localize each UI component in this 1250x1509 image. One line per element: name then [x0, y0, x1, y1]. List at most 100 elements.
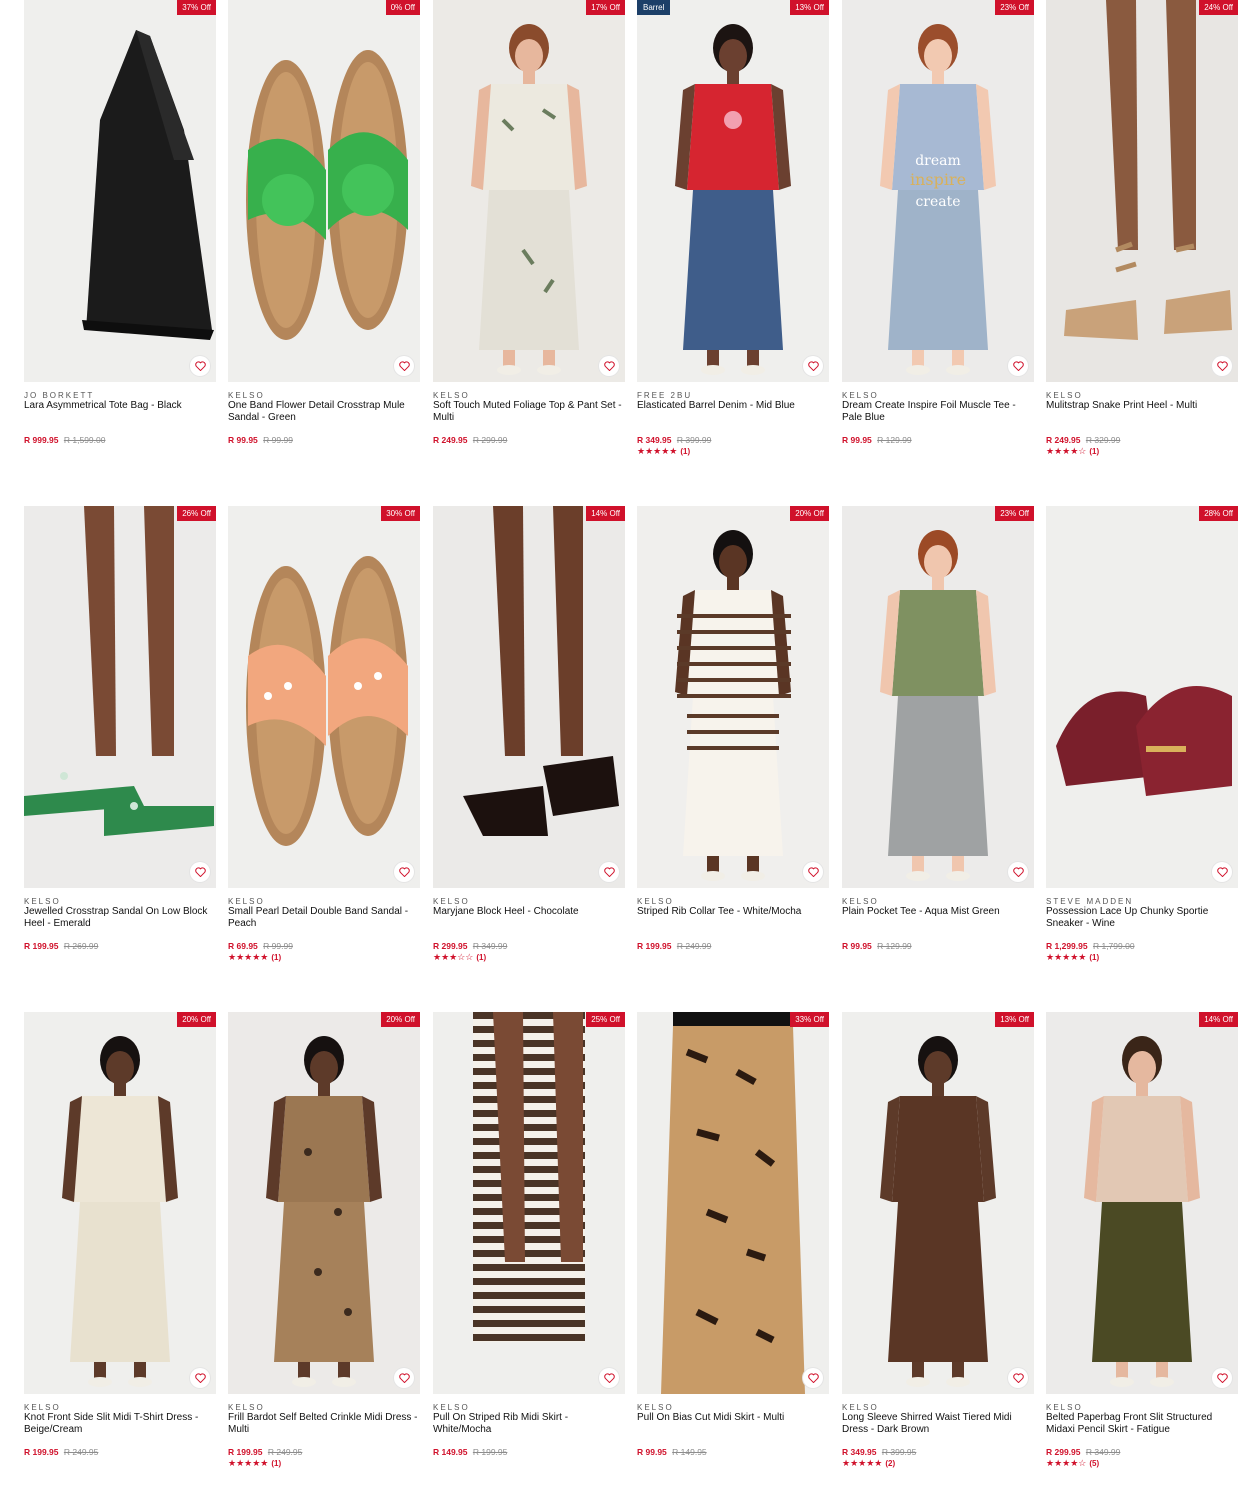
original-price: R 1,799.00 — [1092, 941, 1135, 951]
wishlist-heart-icon[interactable] — [599, 356, 619, 376]
review-count: (1) — [1089, 447, 1100, 456]
product-card[interactable]: dream inspire create 23% Off KELSO Dream C… — [842, 0, 1034, 470]
product-name[interactable]: Maryjane Block Heel - Chocolate — [433, 906, 625, 918]
product-brand: KELSO — [228, 391, 265, 400]
product-price: R 199.95 R 249.95 — [228, 1447, 302, 1457]
product-card[interactable]: 24% Off KELSO Mulitstrap Snake Print Hee… — [1046, 0, 1238, 470]
wishlist-heart-icon[interactable] — [1008, 356, 1028, 376]
star-rating[interactable]: ★★★★★ (1) — [637, 446, 690, 457]
tee-image[interactable]: dream inspire create 23% Off — [842, 0, 1034, 382]
product-name[interactable]: Lara Asymmetrical Tote Bag - Black — [24, 400, 216, 412]
product-card[interactable]: 0% Off KELSO One Band Flower Detail Cros… — [228, 0, 420, 470]
product-brand: KELSO — [1046, 391, 1083, 400]
review-count: (5) — [1089, 1459, 1100, 1468]
wishlist-heart-icon[interactable] — [190, 1368, 210, 1388]
product-name[interactable]: Soft Touch Muted Foliage Top & Pant Set … — [433, 400, 625, 423]
product-card[interactable]: 14% Off KELSO Belted Paperbag Front Slit… — [1046, 1012, 1238, 1482]
product-name[interactable]: Belted Paperbag Front Slit Structured Mi… — [1046, 1412, 1238, 1435]
dress-image[interactable]: 20% Off — [228, 1012, 420, 1394]
wishlist-heart-icon[interactable] — [1212, 1368, 1232, 1388]
dress-image[interactable]: 20% Off — [24, 1012, 216, 1394]
pyjama-set-image[interactable]: 17% Off — [433, 0, 625, 382]
product-name[interactable]: Knot Front Side Slit Midi T-Shirt Dress … — [24, 1412, 216, 1435]
wishlist-heart-icon[interactable] — [1212, 862, 1232, 882]
product-name[interactable]: Frill Bardot Self Belted Crinkle Midi Dr… — [228, 1412, 420, 1435]
star-rating[interactable]: ★★★★★ (1) — [228, 1458, 281, 1469]
product-price: R 99.95 R 129.99 — [842, 941, 912, 951]
sandal-image[interactable]: 30% Off — [228, 506, 420, 888]
product-name[interactable]: One Band Flower Detail Crosstrap Mule Sa… — [228, 400, 420, 423]
current-price: R 1,299.95 — [1046, 941, 1088, 951]
product-name[interactable]: Mulitstrap Snake Print Heel - Multi — [1046, 400, 1238, 412]
wishlist-heart-icon[interactable] — [394, 356, 414, 376]
discount-badge: 25% Off — [586, 1012, 625, 1027]
denim-image[interactable]: 13% Off Barrel — [637, 0, 829, 382]
tee-image[interactable]: 23% Off — [842, 506, 1034, 888]
product-price: R 249.95 R 329.99 — [1046, 435, 1120, 445]
current-price: R 199.95 — [24, 941, 59, 951]
wishlist-heart-icon[interactable] — [803, 862, 823, 882]
product-card[interactable]: 20% Off KELSO Striped Rib Collar Tee - W… — [637, 506, 829, 976]
product-name[interactable]: Striped Rib Collar Tee - White/Mocha — [637, 906, 829, 918]
product-name[interactable]: Elasticated Barrel Denim - Mid Blue — [637, 400, 829, 412]
wishlist-heart-icon[interactable] — [190, 356, 210, 376]
product-name[interactable]: Dream Create Inspire Foil Muscle Tee - P… — [842, 400, 1034, 423]
product-price: R 199.95 R 249.95 — [24, 1447, 98, 1457]
product-name[interactable]: Plain Pocket Tee - Aqua Mist Green — [842, 906, 1034, 918]
star-rating[interactable]: ★★★☆☆ (1) — [433, 952, 486, 963]
sneaker-image[interactable]: 28% Off — [1046, 506, 1238, 888]
product-brand: KELSO — [637, 897, 674, 906]
discount-badge: 33% Off — [790, 1012, 829, 1027]
product-name[interactable]: Pull On Striped Rib Midi Skirt - White/M… — [433, 1412, 625, 1435]
wishlist-heart-icon[interactable] — [803, 1368, 823, 1388]
product-card[interactable]: 26% Off KELSO Jewelled Crosstrap Sandal … — [24, 506, 216, 976]
wishlist-heart-icon[interactable] — [1212, 356, 1232, 376]
product-brand: KELSO — [24, 897, 61, 906]
heel-image[interactable]: 24% Off — [1046, 0, 1238, 382]
heel-image[interactable]: 14% Off — [433, 506, 625, 888]
star-rating[interactable]: ★★★★☆ (5) — [1046, 1458, 1099, 1469]
star-rating[interactable]: ★★★★★ (1) — [1046, 952, 1099, 963]
product-card[interactable]: 28% Off STEVE MADDEN Possession Lace Up … — [1046, 506, 1238, 976]
sandal-image[interactable]: 0% Off — [228, 0, 420, 382]
product-name[interactable]: Jewelled Crosstrap Sandal On Low Block H… — [24, 906, 216, 929]
wishlist-heart-icon[interactable] — [190, 862, 210, 882]
tee-image[interactable]: 20% Off — [637, 506, 829, 888]
original-price: R 349.99 — [472, 941, 508, 951]
product-card[interactable]: 13% Off KELSO Long Sleeve Shirred Waist … — [842, 1012, 1034, 1482]
product-name[interactable]: Small Pearl Detail Double Band Sandal - … — [228, 906, 420, 929]
product-card[interactable]: 20% Off KELSO Knot Front Side Slit Midi … — [24, 1012, 216, 1482]
current-price: R 299.95 — [433, 941, 468, 951]
product-name[interactable]: Pull On Bias Cut Midi Skirt - Multi — [637, 1412, 829, 1424]
product-card[interactable]: 23% Off KELSO Plain Pocket Tee - Aqua Mi… — [842, 506, 1034, 976]
star-rating[interactable]: ★★★★☆ (1) — [1046, 446, 1099, 457]
wishlist-heart-icon[interactable] — [803, 356, 823, 376]
star-rating[interactable]: ★★★★★ (2) — [842, 1458, 895, 1469]
skirt-image[interactable]: 25% Off — [433, 1012, 625, 1394]
star-rating[interactable]: ★★★★★ (1) — [228, 952, 281, 963]
skirt-image[interactable]: 14% Off — [1046, 1012, 1238, 1394]
product-card[interactable]: 13% Off Barrel FREE 2BU Elasticated Barr… — [637, 0, 829, 470]
product-card[interactable]: 30% Off KELSO Small Pearl Detail Double … — [228, 506, 420, 976]
dress-image[interactable]: 13% Off — [842, 1012, 1034, 1394]
wishlist-heart-icon[interactable] — [394, 1368, 414, 1388]
wishlist-heart-icon[interactable] — [1008, 862, 1028, 882]
product-name[interactable]: Possession Lace Up Chunky Sportie Sneake… — [1046, 906, 1238, 929]
product-card[interactable]: 33% Off KELSO Pull On Bias Cut Midi Skir… — [637, 1012, 829, 1482]
stars-icon: ★★★★★ — [1046, 952, 1087, 962]
tote-bag-image[interactable]: 37% Off — [24, 0, 216, 382]
product-card[interactable]: 25% Off KELSO Pull On Striped Rib Midi S… — [433, 1012, 625, 1482]
original-price: R 269.99 — [63, 941, 99, 951]
product-card[interactable]: 17% Off KELSO Soft Touch Muted Foliage T… — [433, 0, 625, 470]
product-card[interactable]: 20% Off KELSO Frill Bardot Self Belted C… — [228, 1012, 420, 1482]
sandal-image[interactable]: 26% Off — [24, 506, 216, 888]
product-card[interactable]: 37% Off JO BORKETT Lara Asymmetrical Tot… — [24, 0, 216, 470]
wishlist-heart-icon[interactable] — [599, 862, 619, 882]
product-card[interactable]: 14% Off KELSO Maryjane Block Heel - Choc… — [433, 506, 625, 976]
wishlist-heart-icon[interactable] — [1008, 1368, 1028, 1388]
wishlist-heart-icon[interactable] — [394, 862, 414, 882]
product-name[interactable]: Long Sleeve Shirred Waist Tiered Midi Dr… — [842, 1412, 1034, 1435]
wishlist-heart-icon[interactable] — [599, 1368, 619, 1388]
svg-text:inspire: inspire — [910, 170, 966, 189]
skirt-image[interactable]: 33% Off — [637, 1012, 829, 1394]
